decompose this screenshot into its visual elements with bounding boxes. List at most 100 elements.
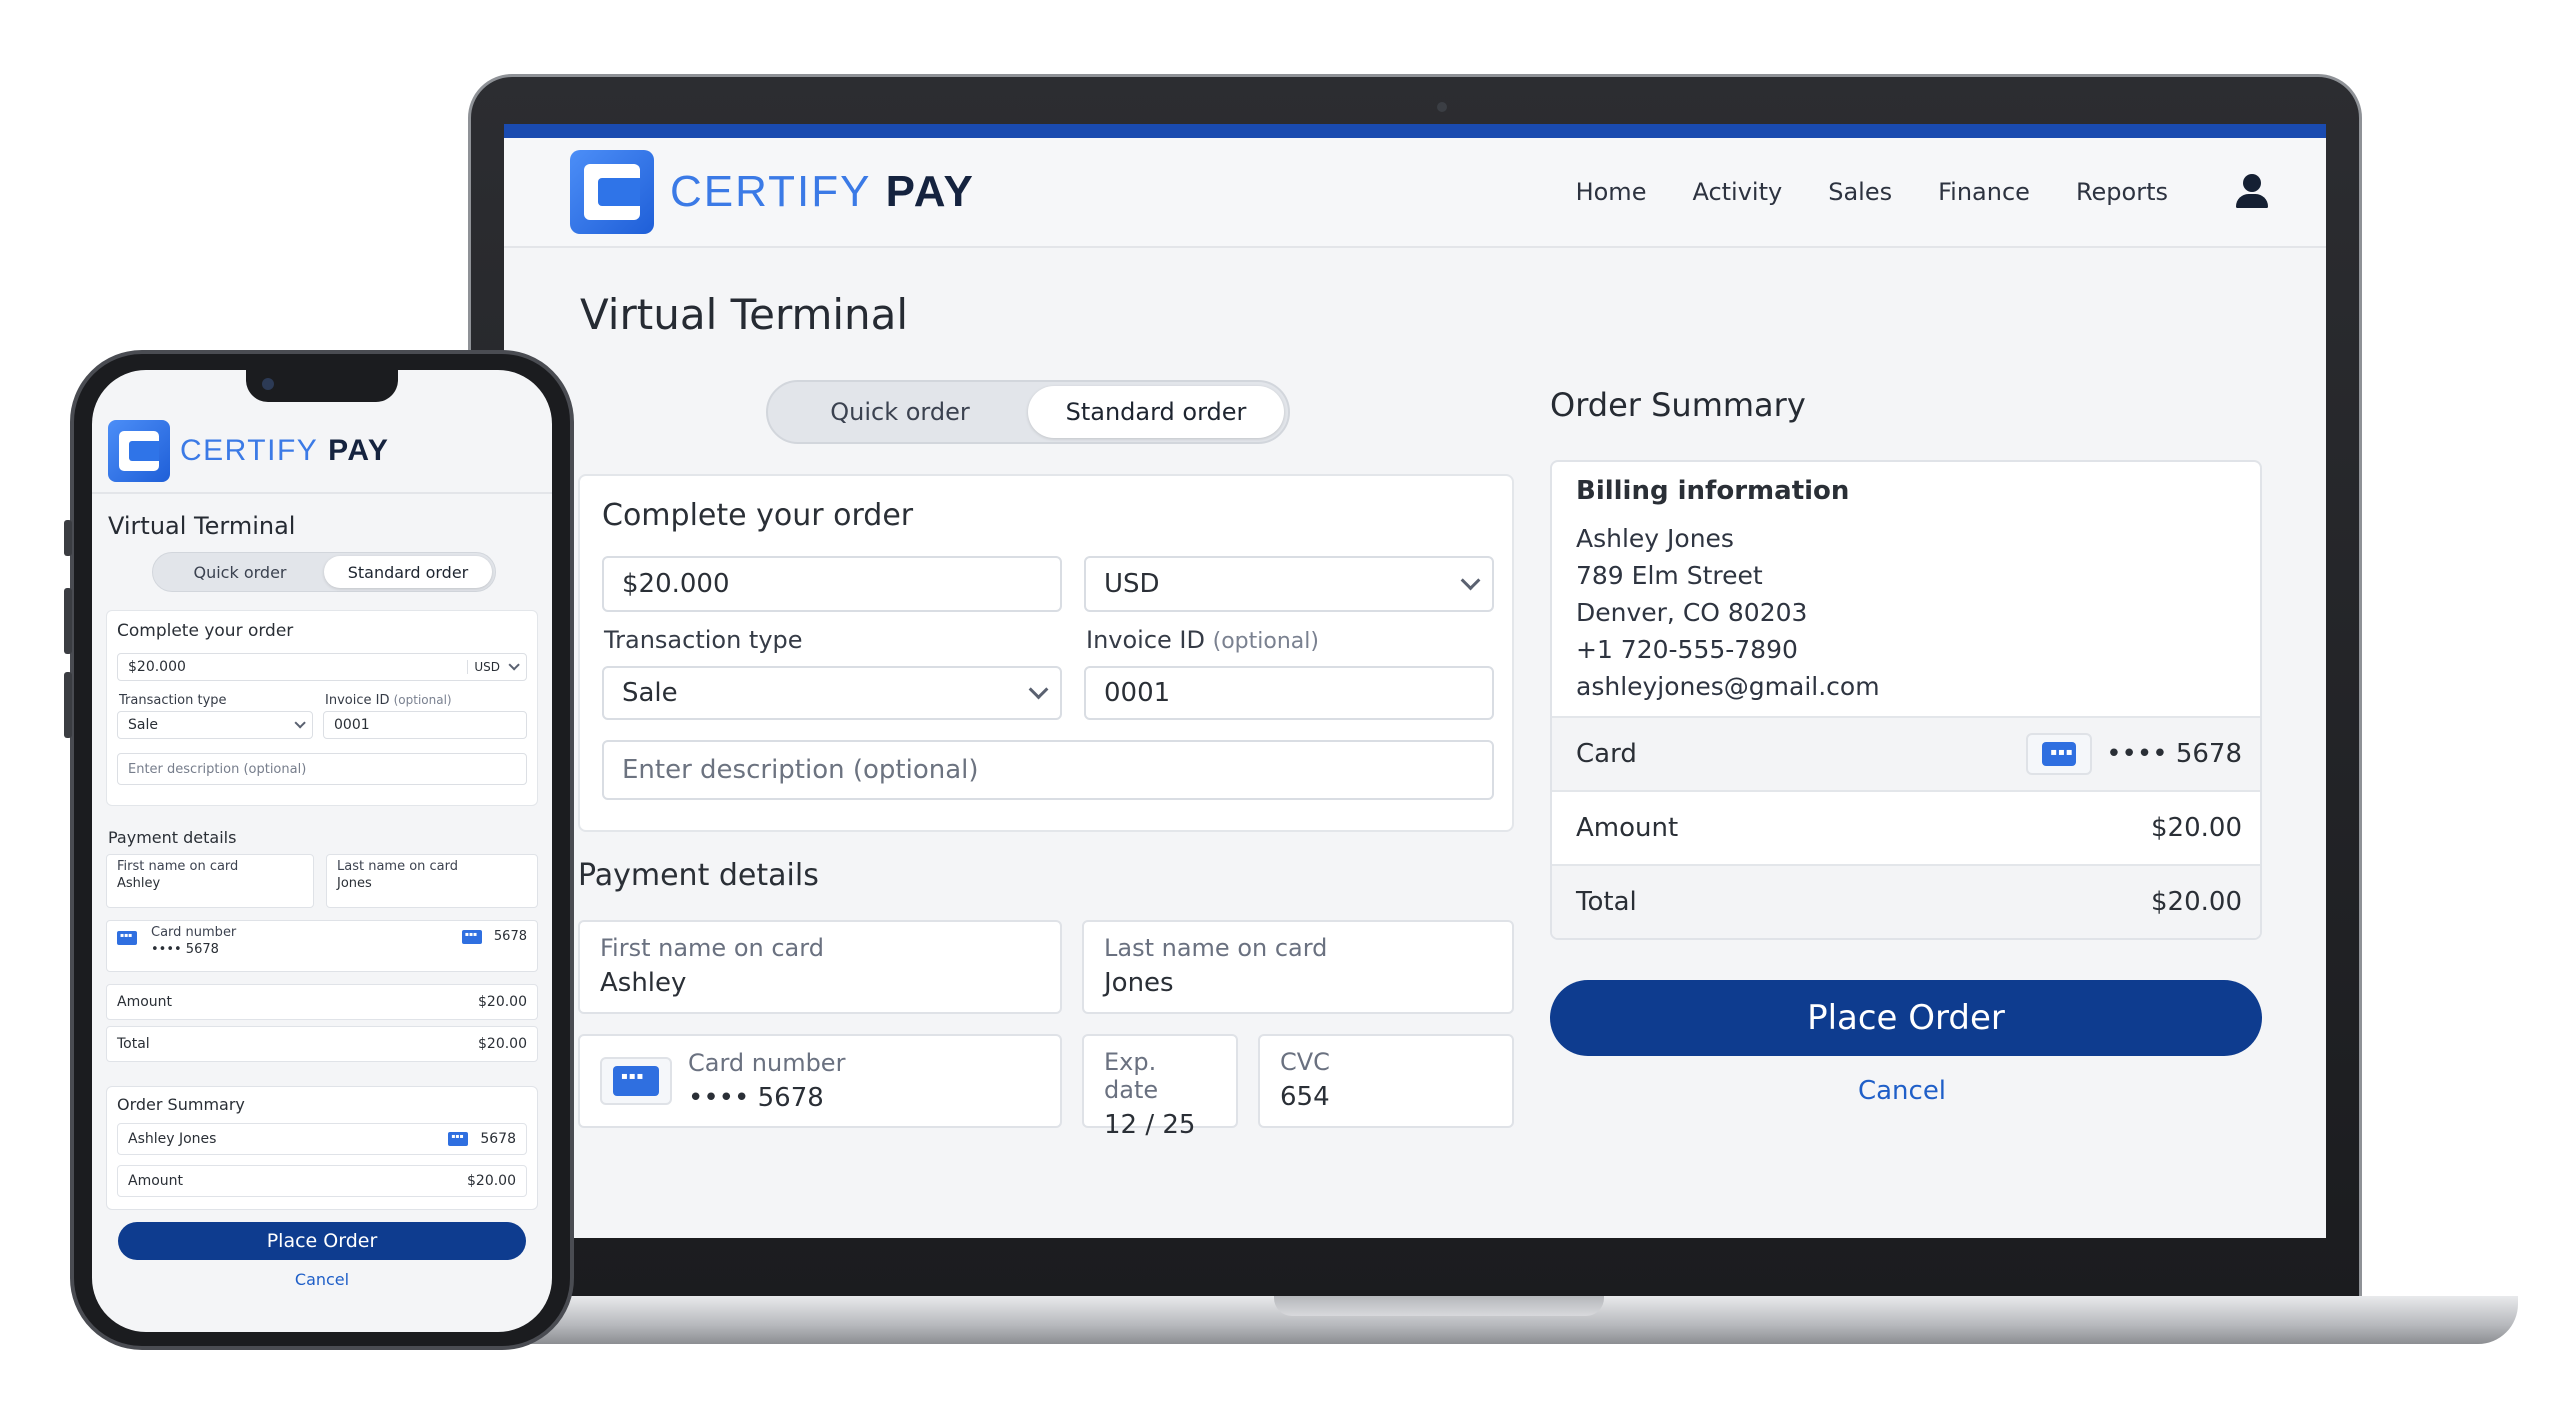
mobile-amount-row: Amount $20.00 [106, 984, 538, 1020]
mobile-total-label: Total [117, 1036, 150, 1052]
cvc-field[interactable]: CVC 654 [1258, 1034, 1514, 1128]
mobile-description-placeholder: Enter description (optional) [128, 761, 307, 777]
mobile-payment-details-heading: Payment details [108, 828, 237, 847]
phone-side-button [64, 520, 72, 556]
transaction-type-select[interactable]: Sale [602, 666, 1062, 720]
summary-amount-label: Amount [1576, 813, 1679, 843]
invoice-id-label: Invoice ID (optional) [1086, 626, 1319, 654]
credit-card-icon [461, 929, 482, 944]
mobile-transaction-type-select[interactable]: Sale [117, 711, 313, 739]
brand-name-part1: CERTIFY [670, 167, 872, 216]
mobile-invoice-label-text: Invoice ID [325, 693, 390, 708]
exp-date-label: Exp. date [1104, 1048, 1159, 1104]
cancel-link[interactable]: Cancel [1550, 1076, 2254, 1106]
first-name-field[interactable]: First name on card Ashley [578, 920, 1062, 1014]
page-title: Virtual Terminal [580, 290, 909, 339]
mobile-summary-last4: 5678 [480, 1131, 516, 1147]
tab-standard-order[interactable]: Standard order [1028, 386, 1284, 438]
brand-name-part2: PAY [885, 167, 975, 216]
mobile-total-value: $20.00 [478, 1036, 527, 1052]
mobile-card-number-text: Card number •••• 5678 [151, 925, 236, 957]
last-name-field[interactable]: Last name on card Jones [1082, 920, 1514, 1014]
mobile-last-name-field[interactable]: Last name on card Jones [326, 854, 538, 908]
nav-activity[interactable]: Activity [1692, 178, 1782, 206]
card-number-value: •••• 5678 [688, 1083, 824, 1113]
laptop-hinge-notch [1274, 1296, 1604, 1316]
mobile-invoice-id-input[interactable]: 0001 [323, 711, 527, 739]
mobile-invoice-label: Invoice ID (optional) [325, 693, 452, 708]
billing-phone: +1 720-555-7890 [1576, 635, 1798, 664]
nav-home[interactable]: Home [1576, 178, 1647, 206]
billing-city: Denver, CO 80203 [1576, 598, 1808, 627]
mobile-tab-quick-order[interactable]: Quick order [156, 556, 324, 588]
transaction-type-label: Transaction type [604, 626, 803, 654]
last-name-label: Last name on card [1104, 934, 1328, 962]
nav-reports[interactable]: Reports [2076, 178, 2168, 206]
mobile-summary-amount-label: Amount [128, 1173, 184, 1189]
transaction-type-value: Sale [622, 678, 678, 708]
exp-date-field[interactable]: Exp. date 12 / 25 [1082, 1034, 1238, 1140]
mobile-summary-name: Ashley Jones [128, 1131, 217, 1147]
billing-street: 789 Elm Street [1576, 561, 1763, 590]
card-number-text: Card number •••• 5678 [688, 1049, 845, 1113]
mobile-invoice-optional: (optional) [393, 693, 452, 707]
brand-logo[interactable]: CERTIFY PAY [570, 150, 975, 234]
phone-volume-up [64, 588, 72, 654]
nav-finance[interactable]: Finance [1938, 178, 2030, 206]
brand-wordmark: CERTIFY PAY [180, 434, 389, 468]
mobile-card-brand: 5678 [461, 929, 527, 944]
mobile-total-row: Total $20.00 [106, 1026, 538, 1062]
invoice-id-value: 0001 [1104, 678, 1171, 708]
credit-card-icon [448, 1132, 469, 1146]
order-type-toggle: Quick order Standard order [766, 380, 1290, 444]
mobile-invoice-id-value: 0001 [334, 717, 370, 733]
mobile-last-name-label: Last name on card [337, 859, 459, 874]
invoice-id-input[interactable]: 0001 [1084, 666, 1494, 720]
amount-input[interactable]: $20.000 [602, 556, 1062, 612]
mobile-header: CERTIFY PAY [92, 410, 552, 494]
app-header: CERTIFY PAY Home Activity Sales Finance … [504, 138, 2326, 248]
summary-total-label: Total [1576, 887, 1637, 917]
billing-email: ashleyjones@gmail.com [1576, 672, 1880, 701]
billing-information: Billing information Ashley Jones 789 Elm… [1552, 462, 2260, 716]
place-order-button[interactable]: Place Order [1550, 980, 2262, 1056]
mobile-order-summary-panel: Order Summary Ashley Jones 5678 Amount $… [106, 1086, 538, 1210]
payment-details-heading: Payment details [578, 858, 819, 893]
description-input[interactable]: Enter description (optional) [602, 740, 1494, 800]
mobile-summary-amount-row: Amount $20.00 [117, 1165, 527, 1197]
brand-name-part1: CERTIFY [180, 434, 319, 467]
desktop-screen: CERTIFY PAY Home Activity Sales Finance … [504, 124, 2326, 1238]
mobile-tab-standard-order[interactable]: Standard order [324, 556, 492, 588]
user-account-icon[interactable] [2234, 174, 2270, 210]
description-placeholder: Enter description (optional) [622, 755, 979, 785]
mobile-description-input[interactable]: Enter description (optional) [117, 753, 527, 785]
brand-name-part2: PAY [328, 434, 390, 467]
complete-order-heading: Complete your order [602, 498, 914, 533]
mobile-card-number-field[interactable]: Card number •••• 5678 5678 [106, 920, 538, 972]
chevron-down-icon [1028, 679, 1049, 700]
amount-value: $20.000 [622, 569, 730, 599]
currency-select[interactable]: USD [1084, 556, 1494, 612]
tab-quick-order[interactable]: Quick order [772, 386, 1028, 438]
complete-order-panel: Complete your order $20.000 USD Transact… [578, 474, 1514, 832]
billing-heading: Billing information [1576, 476, 1850, 506]
nav-sales[interactable]: Sales [1828, 178, 1892, 206]
brand-wordmark: CERTIFY PAY [670, 167, 975, 217]
mobile-first-name-field[interactable]: First name on card Ashley [106, 854, 314, 908]
mobile-page-title: Virtual Terminal [108, 512, 296, 540]
mobile-last-name-value: Jones [337, 876, 372, 891]
mobile-summary-card: 5678 [448, 1131, 516, 1147]
chevron-down-icon [1460, 570, 1481, 591]
mobile-order-summary-heading: Order Summary [117, 1095, 245, 1114]
mobile-currency-value[interactable]: USD [467, 660, 500, 674]
mobile-amount-value: $20.000 [128, 659, 186, 675]
mobile-place-order-button[interactable]: Place Order [118, 1222, 526, 1260]
currency-value: USD [1104, 569, 1160, 599]
mobile-amount-input[interactable]: $20.000 USD [117, 653, 527, 681]
card-number-field[interactable]: Card number •••• 5678 [578, 1034, 1062, 1128]
card-icon-frame [600, 1057, 672, 1105]
mobile-cancel-link[interactable]: Cancel [118, 1270, 526, 1289]
summary-amount-row: Amount $20.00 [1552, 790, 2260, 864]
laptop-camera [1437, 102, 1447, 112]
summary-total-row: Total $20.00 [1552, 864, 2260, 938]
